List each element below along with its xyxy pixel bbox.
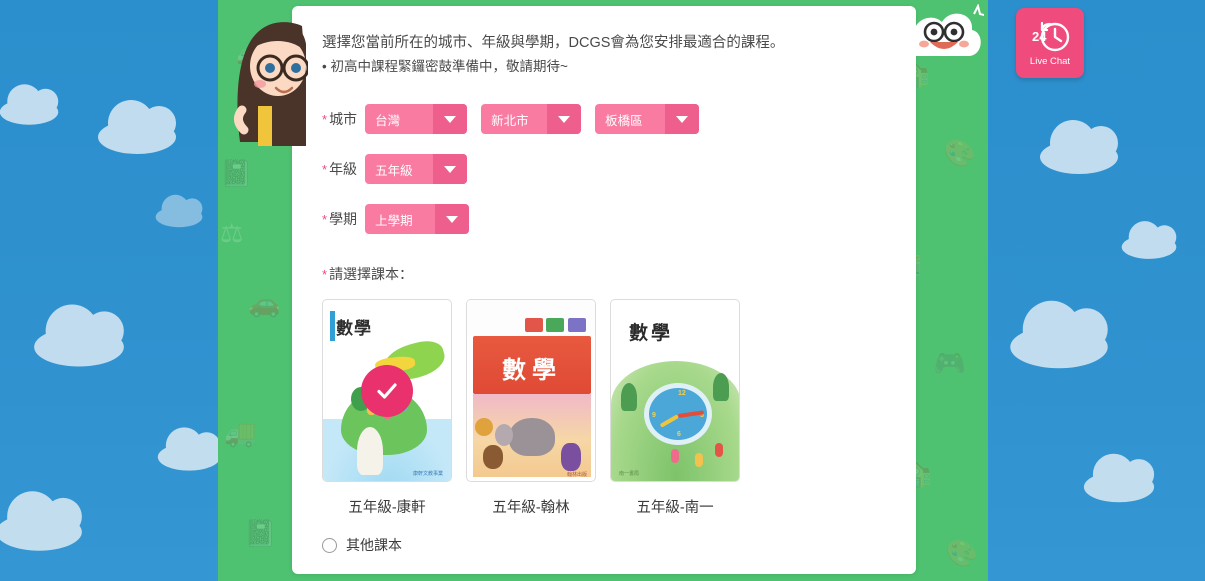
textbook-cover-kanghsuan[interactable]: 數學 康軒文教事業	[322, 299, 452, 483]
cover-art-bear	[483, 445, 503, 470]
cover-art-figure	[671, 449, 679, 464]
cover-art-figure	[695, 453, 703, 468]
cloud-decoration	[0, 84, 59, 125]
doodle-icon: 🎮	[933, 348, 966, 378]
term-label-text: 學期	[329, 211, 358, 228]
cover-publisher-nanyi: 南一書局	[619, 471, 640, 478]
intro-line-1: 選擇您當前所在的城市、年級與學期，DCGS會為您安排最適合的課程。	[322, 35, 785, 51]
other-textbook-label: 其他課本	[346, 537, 402, 554]
cover-art-train-car	[568, 318, 586, 333]
cloud-face-mascot	[900, 3, 989, 64]
cloud-decoration	[34, 304, 124, 367]
cover-art-palm	[713, 373, 729, 402]
textbook-cover-hanlin[interactable]: 數學 翰林出版	[466, 299, 596, 483]
live-chat-button[interactable]: 24 Live Chat	[1016, 8, 1084, 78]
grade-label: * 年級	[322, 159, 357, 179]
doodle-icon: 📓	[220, 158, 253, 188]
cover-art-train-car	[546, 318, 564, 333]
district-select[interactable]: 板橋區	[595, 104, 700, 135]
doodle-icon: 🎨	[945, 538, 978, 568]
cover-art-clock-number: 6	[677, 431, 681, 439]
term-row: * 學期 上學期	[322, 204, 886, 235]
term-select[interactable]: 上學期	[365, 204, 470, 235]
textbook-caption-hanlin: 五年級-翰林	[492, 500, 570, 517]
cloud-decoration	[1083, 453, 1155, 503]
page-root: 🚚 📓 🚗 🚚 📓 ⚖ 🏫 🎨 🏬 🎮 🏫 🎨	[0, 0, 1205, 581]
doodle-icon: 🚚	[224, 418, 257, 448]
doodle-icon: ⚖	[220, 218, 244, 248]
cover-art-clock-number: 12	[678, 390, 686, 398]
clock-badge-number: 24	[1032, 29, 1047, 44]
required-marker: *	[322, 212, 328, 228]
cloud-decoration	[1121, 221, 1177, 259]
district-select-value: 板橋區	[605, 113, 643, 128]
textbook-option-nanyi[interactable]: 12 3 6 9 數學 南一書局 五年級-南一	[610, 299, 740, 517]
cover-art-clock-hand	[659, 414, 679, 428]
cover-title-nanyi: 數學	[629, 323, 674, 345]
cover-publisher-kanghsuan: 康軒文教事業	[412, 471, 443, 478]
doodle-icon: 🚗	[248, 288, 281, 318]
textbook-caption-kanghsuan: 五年級-康軒	[348, 500, 426, 517]
textbook-section-label-text: 請選擇課本：	[329, 266, 414, 283]
city-label: * 城市	[322, 109, 357, 129]
required-marker: *	[322, 267, 328, 283]
cover-art-figure	[715, 443, 723, 458]
cover-publisher-hanlin: 翰林出版	[566, 472, 587, 479]
cloud-decoration	[98, 100, 176, 154]
grade-label-text: 年級	[329, 161, 358, 178]
cover-art-elephant	[495, 418, 555, 457]
textbook-caption-nanyi: 五年級-南一	[636, 500, 714, 517]
textbook-list: 數學 康軒文教事業 五年級-康軒 數學 翰林出版 五年級-翰林 12 3 6 9…	[322, 299, 886, 517]
term-label: * 學期	[322, 209, 357, 229]
cover-art-clown	[561, 443, 581, 472]
cover-art-rocket	[357, 427, 383, 476]
country-select-value: 台灣	[375, 113, 401, 128]
required-marker: *	[322, 112, 328, 128]
cover-title-band-hanlin: 數學	[473, 336, 591, 395]
city-select[interactable]: 新北市	[481, 104, 582, 135]
city-row: * 城市 台灣 新北市 板橋區	[322, 104, 886, 135]
cover-art-train-car	[525, 318, 543, 333]
term-select-value: 上學期	[375, 213, 413, 228]
city-label-text: 城市	[329, 111, 358, 128]
textbook-section-label: * 請選擇課本：	[322, 264, 886, 284]
chevron-down-icon[interactable]	[547, 104, 582, 135]
chevron-down-icon[interactable]	[435, 204, 470, 235]
country-select[interactable]: 台灣	[365, 104, 468, 135]
textbook-option-kanghsuan[interactable]: 數學 康軒文教事業 五年級-康軒	[322, 299, 452, 517]
cloud-decoration	[1010, 300, 1108, 369]
course-selection-card: 選擇您當前所在的城市、年級與學期，DCGS會為您安排最適合的課程。 • 初高中課…	[292, 6, 916, 574]
doodle-icon: 📓	[244, 518, 277, 548]
cover-art-clock-pool: 12 3 6 9	[644, 383, 712, 446]
city-select-value: 新北市	[491, 113, 529, 128]
check-icon	[361, 364, 413, 417]
chevron-down-icon[interactable]	[433, 154, 468, 185]
doodle-icon: 🎨	[943, 138, 976, 168]
cover-art-clock-number: 9	[652, 412, 656, 420]
required-marker: *	[322, 162, 328, 178]
textbook-cover-nanyi[interactable]: 12 3 6 9 數學 南一書局	[610, 299, 740, 483]
cloud-decoration	[155, 194, 203, 228]
radio-unchecked-icon[interactable]	[322, 537, 337, 553]
girl-mascot	[232, 10, 310, 146]
chevron-down-icon[interactable]	[665, 104, 700, 135]
cover-art-palm	[621, 383, 637, 412]
cover-art-train	[525, 310, 587, 333]
cloud-decoration	[1040, 120, 1118, 174]
cover-accent-bar	[330, 311, 335, 342]
other-textbook-option[interactable]: 其他課本	[322, 535, 886, 555]
cloud-decoration	[157, 427, 221, 471]
cover-title-kanghsuan: 數學	[336, 319, 372, 339]
grade-select-value: 五年級	[375, 163, 413, 178]
cloud-decoration	[0, 491, 82, 551]
clock-24h-icon: 24	[1030, 19, 1070, 53]
intro-text: 選擇您當前所在的城市、年級與學期，DCGS會為您安排最適合的課程。 • 初高中課…	[322, 32, 886, 78]
grade-row: * 年級 五年級	[322, 154, 886, 185]
chevron-down-icon[interactable]	[433, 104, 468, 135]
textbook-option-hanlin[interactable]: 數學 翰林出版 五年級-翰林	[466, 299, 596, 517]
live-chat-label: Live Chat	[1029, 56, 1071, 67]
intro-line-2: • 初高中課程緊鑼密鼓準備中，敬請期待~	[322, 58, 568, 74]
grade-select[interactable]: 五年級	[365, 154, 468, 185]
cover-title-hanlin: 數學	[502, 357, 562, 385]
